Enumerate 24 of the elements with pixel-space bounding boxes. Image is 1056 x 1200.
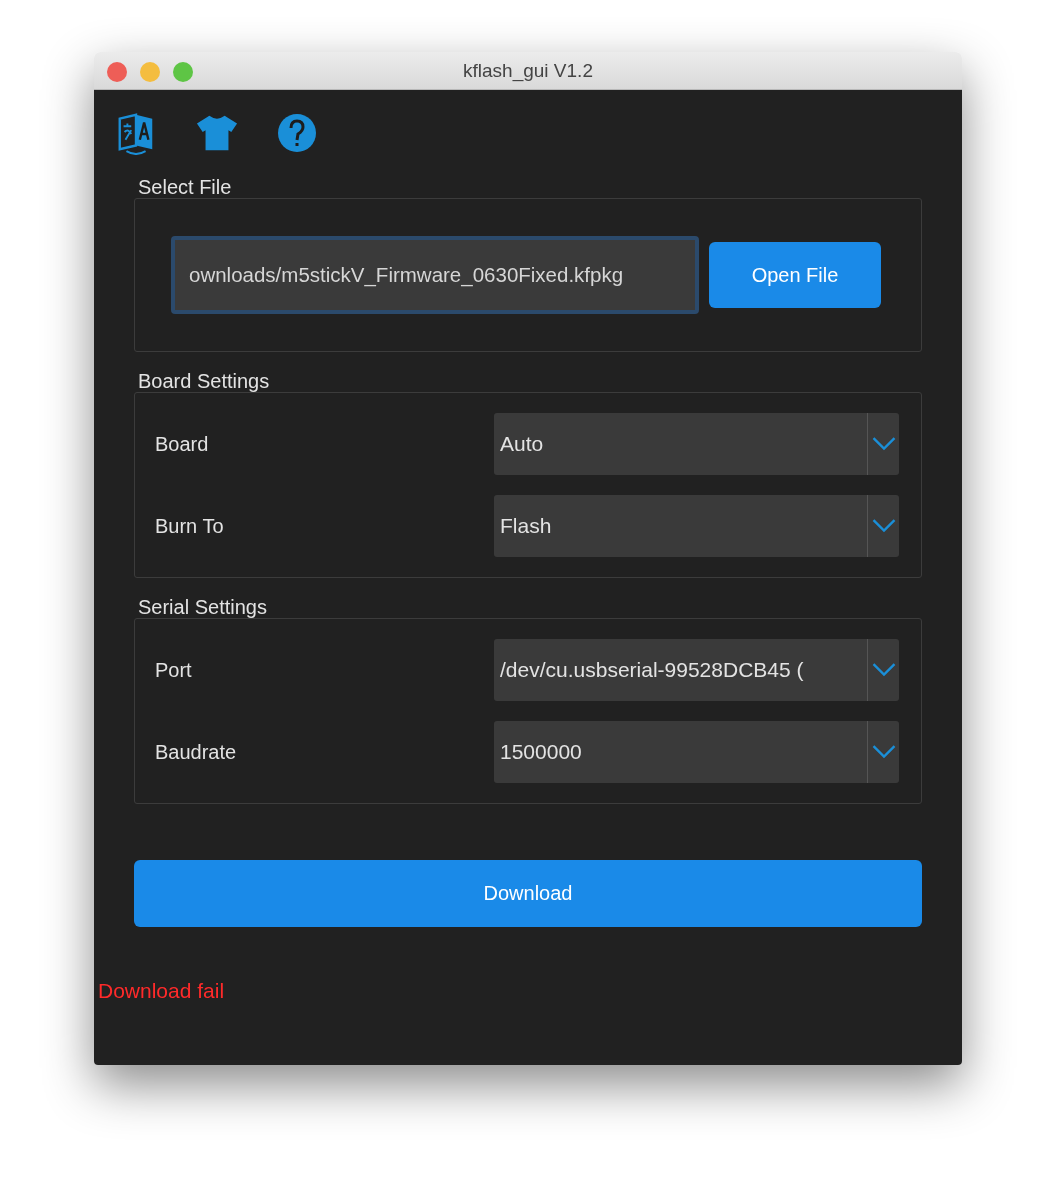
- window-title: kflash_gui V1.2: [463, 59, 593, 82]
- setting-label: Baudrate: [155, 740, 237, 764]
- group-title: Serial Settings: [138, 596, 268, 618]
- file-path-text: ownloads/m5stickV_Firmware_0630Fixed.kfpkg: [189, 263, 624, 287]
- download-button[interactable]: Download: [134, 860, 922, 927]
- chevron-down-icon: [871, 745, 896, 759]
- dropdown[interactable]: Flash: [494, 495, 899, 557]
- setting-label: Port: [155, 658, 192, 682]
- close-button[interactable]: [107, 62, 127, 82]
- dropdown[interactable]: /dev/cu.usbserial-99528DCB45 (: [494, 639, 899, 701]
- dropdown[interactable]: Auto: [494, 413, 899, 475]
- shirt-icon[interactable]: [196, 113, 238, 153]
- help-icon[interactable]: [276, 113, 318, 153]
- dropdown[interactable]: 1500000: [494, 721, 899, 783]
- group-title: Select File: [138, 176, 233, 198]
- chevron-down-icon: [871, 519, 896, 533]
- setting-label: Burn To: [155, 514, 224, 538]
- file-path-field[interactable]: ownloads/m5stickV_Firmware_0630Fixed.kfpkg: [171, 236, 699, 314]
- chevron-down-icon: [871, 437, 896, 451]
- group-title: Board Settings: [138, 370, 271, 392]
- open-file-button[interactable]: Open File: [709, 242, 881, 308]
- setting-label: Board: [155, 432, 209, 456]
- chevron-down-icon: [871, 663, 896, 677]
- status-message: Download fail: [98, 979, 225, 1003]
